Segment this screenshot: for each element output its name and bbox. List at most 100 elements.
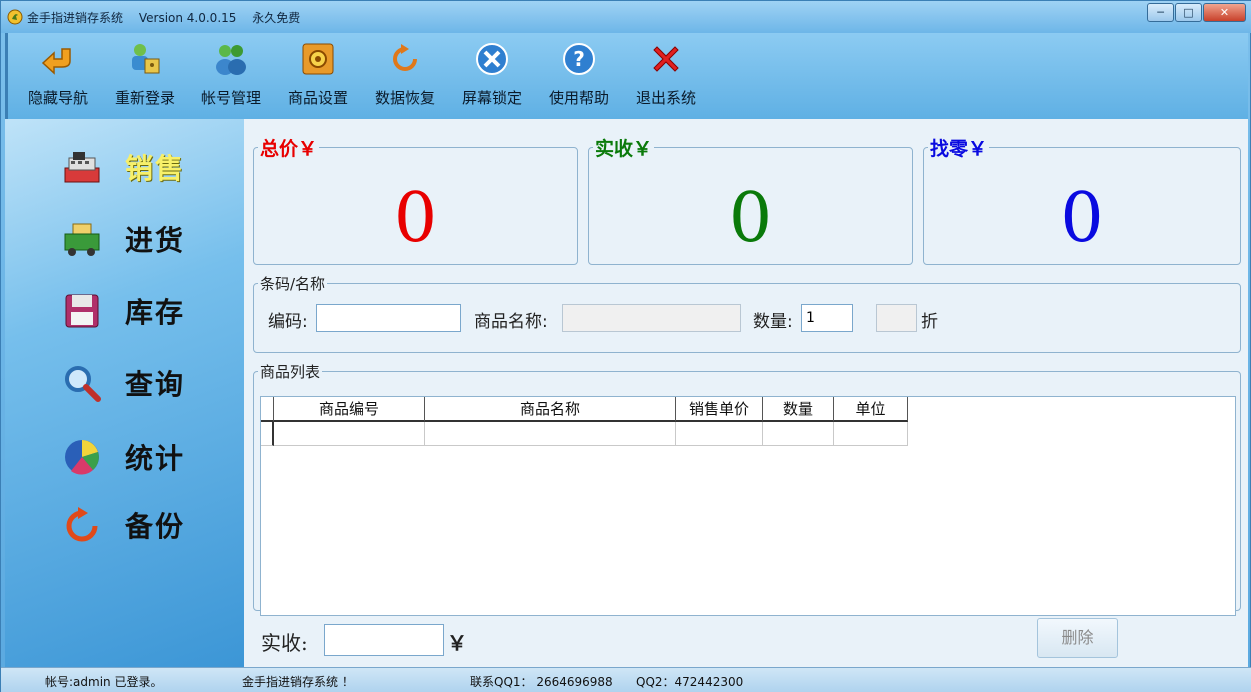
table-cell[interactable] — [763, 422, 834, 446]
table-cell[interactable] — [274, 422, 425, 446]
floppy-disk-icon — [65, 294, 99, 328]
change-box: 找零￥ 0 — [923, 134, 1241, 265]
total-price-value: 0 — [393, 179, 438, 258]
product-name-label: 商品名称: — [474, 312, 548, 332]
sidebar-item-label: 进货 — [125, 224, 186, 257]
table-cell[interactable] — [425, 422, 676, 446]
status-bar: 帐号:admin 已登录。 金手指进销存系统 ！ 联系QQ1： 26646969… — [1, 667, 1251, 692]
contact-qq2: QQ2：472442300 — [636, 675, 744, 689]
exit-icon — [653, 46, 679, 72]
discount-suffix: 折 — [921, 312, 938, 332]
accounts-icon — [216, 45, 246, 75]
lock-screen-icon — [476, 43, 508, 75]
product-list-group: 商品列表 商品编号 商品名称 销售单价 数量 单位 — [253, 361, 1241, 616]
svg-text:?: ? — [573, 47, 585, 71]
toolbar-label: 退出系统 — [635, 89, 696, 107]
minimize-button[interactable]: ─ — [1147, 3, 1174, 22]
sidebar-item-statistics[interactable]: 统计 — [61, 431, 211, 481]
sidebar: 销售 进货 库存 查询 统计 备份 — [5, 119, 244, 667]
maximize-button[interactable]: □ — [1175, 3, 1202, 22]
truck-icon — [64, 223, 100, 256]
goods-settings-icon — [302, 43, 334, 75]
quantity-label: 数量: — [753, 312, 793, 332]
sidebar-item-query[interactable]: 查询 — [61, 357, 211, 407]
sidebar-item-label: 统计 — [125, 442, 186, 475]
barcode-legend: 条码/名称 — [260, 275, 326, 293]
toolbar-label: 屏幕锁定 — [461, 89, 522, 107]
toolbar-label: 重新登录 — [114, 89, 175, 107]
quantity-input[interactable] — [801, 304, 853, 332]
row-header-corner — [261, 397, 274, 422]
delete-button[interactable]: 删除 — [1037, 618, 1118, 658]
sidebar-item-label: 销售 — [125, 152, 186, 185]
license-text: 永久免费 — [252, 11, 301, 25]
relogin-icon — [132, 44, 160, 74]
toolbar-label: 商品设置 — [287, 89, 348, 107]
sidebar-item-backup[interactable]: 备份 — [61, 499, 211, 549]
toolbar-goods-settings[interactable]: 商品设置 — [276, 39, 360, 113]
paid-label: 实收: — [261, 631, 308, 655]
column-header[interactable]: 销售单价 — [676, 397, 763, 422]
toolbar-exit[interactable]: 退出系统 — [624, 39, 708, 113]
product-list-legend: 商品列表 — [260, 363, 321, 381]
column-header[interactable]: 数量 — [763, 397, 834, 422]
toolbar-relogin[interactable]: 重新登录 — [103, 39, 187, 113]
change-value: 0 — [1060, 179, 1104, 258]
toolbar-lock-screen[interactable]: 屏幕锁定 — [450, 39, 534, 113]
app-version: Version 4.0.0.15 — [138, 11, 237, 25]
received-box: 实收￥ 0 — [588, 134, 913, 265]
sidebar-item-label: 查询 — [125, 368, 186, 401]
sidebar-item-label: 备份 — [125, 510, 186, 543]
login-status: 帐号:admin 已登录。 — [45, 675, 163, 689]
row-selector[interactable] — [261, 422, 274, 446]
code-input[interactable] — [316, 304, 461, 332]
product-grid[interactable]: 商品编号 商品名称 销售单价 数量 单位 — [260, 396, 1236, 616]
sidebar-item-inventory[interactable]: 库存 — [61, 285, 211, 335]
toolbar-label: 数据恢复 — [374, 89, 435, 107]
sidebar-item-sales[interactable]: 销售 — [61, 141, 211, 191]
toolbar-label: 隐藏导航 — [27, 89, 88, 107]
cash-register-icon — [64, 152, 100, 183]
title-bar: 金手指进销存系统 Version 4.0.0.15 永久免费 ─ □ ✕ — [1, 1, 1251, 33]
main-toolbar: 隐藏导航 重新登录 帐号管理 商品设置 数据恢复 屏幕锁定 ? 使用帮助 退出系… — [5, 33, 1248, 119]
change-label: 找零￥ — [930, 138, 988, 160]
magnifier-icon — [65, 366, 101, 402]
hide-nav-icon — [41, 48, 71, 75]
column-header[interactable]: 商品名称 — [425, 397, 676, 422]
currency-symbol: ￥ — [447, 631, 467, 655]
paid-input[interactable] — [324, 624, 444, 656]
sidebar-item-label: 库存 — [125, 296, 186, 329]
toolbar-restore[interactable]: 数据恢复 — [363, 39, 447, 113]
table-cell[interactable] — [676, 422, 763, 446]
restore-icon — [393, 44, 417, 71]
refresh-icon — [66, 507, 98, 542]
app-logo-icon — [7, 9, 23, 25]
toolbar-accounts[interactable]: 帐号管理 — [189, 39, 273, 113]
contact-qq1: 联系QQ1： 2664696988 — [470, 675, 613, 689]
discount-input[interactable] — [876, 304, 917, 332]
code-label: 编码: — [268, 312, 308, 332]
close-button[interactable]: ✕ — [1203, 3, 1246, 22]
total-price-box: 总价￥ 0 — [253, 134, 578, 265]
app-window: 金手指进销存系统 Version 4.0.0.15 永久免费 ─ □ ✕ 隐藏导… — [0, 0, 1251, 692]
app-status: 金手指进销存系统 ！ — [242, 675, 354, 689]
product-name-input — [562, 304, 741, 332]
toolbar-help[interactable]: ? 使用帮助 — [537, 39, 621, 113]
window-controls: ─ □ ✕ — [1146, 3, 1246, 22]
column-header[interactable]: 商品编号 — [274, 397, 425, 422]
sidebar-item-purchase[interactable]: 进货 — [61, 213, 211, 263]
received-label: 实收￥ — [595, 138, 653, 160]
received-value: 0 — [728, 179, 773, 258]
toolbar-label: 帐号管理 — [200, 89, 261, 107]
table-cell[interactable] — [834, 422, 908, 446]
app-name: 金手指进销存系统 — [27, 11, 124, 25]
sales-panel: 总价￥ 0 实收￥ 0 找零￥ 0 条码/名称 编码: 商品名称: 数量: 折 … — [244, 119, 1248, 667]
grid-header: 商品编号 商品名称 销售单价 数量 单位 — [261, 397, 908, 422]
column-header[interactable]: 单位 — [834, 397, 908, 422]
total-price-label: 总价￥ — [260, 138, 318, 160]
help-icon: ? — [563, 43, 595, 75]
window-title: 金手指进销存系统 Version 4.0.0.15 永久免费 — [27, 9, 312, 26]
toolbar-hide-nav[interactable]: 隐藏导航 — [16, 39, 100, 113]
pie-chart-icon — [65, 440, 99, 475]
table-row[interactable] — [261, 422, 908, 446]
